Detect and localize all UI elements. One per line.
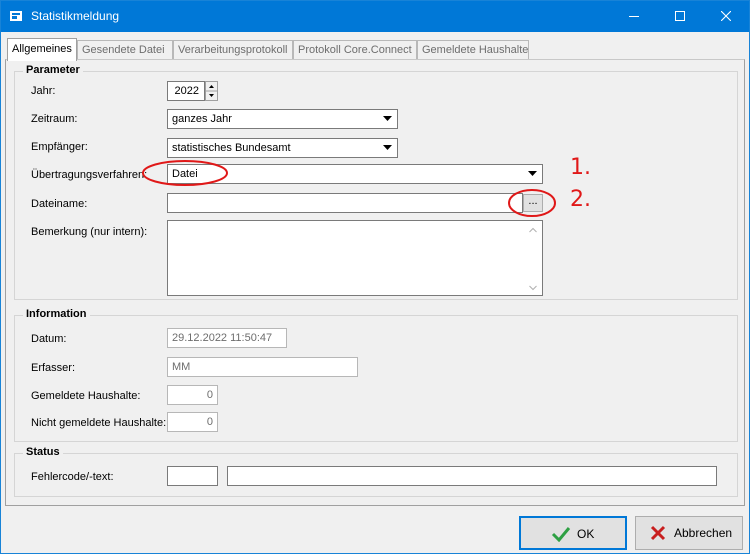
tab-gesendete-datei[interactable]: Gesendete Datei [77,40,173,59]
fehlertext-input[interactable] [227,466,717,486]
scroll-arrows-icon [529,227,537,291]
tab-protokoll-core-connect[interactable]: Protokoll Core.Connect [293,40,417,59]
maximize-button[interactable] [657,1,703,32]
ok-button-label: OK [577,527,595,541]
close-icon [721,11,731,21]
jahr-input[interactable]: 2022 [167,81,205,101]
dateiname-input[interactable] [167,193,523,213]
gemeldete-haushalte-label: Gemeldete Haushalte: [31,390,141,402]
empfaenger-select[interactable]: statistisches Bundesamt [167,138,398,158]
x-icon [650,525,666,541]
zeitraum-value: ganzes Jahr [172,113,232,125]
bemerkung-label: Bemerkung (nur intern): [31,226,148,238]
window-title: Statistikmeldung [31,9,120,23]
zeitraum-select[interactable]: ganzes Jahr [167,109,398,129]
close-button[interactable] [703,1,749,32]
fehlercode-label: Fehlercode/-text: [31,471,114,483]
annotation-label-1: 1. [570,155,591,180]
check-icon [551,527,571,542]
statistikmeldung-window: Statistikmeldung Allgemeines Gesendete D… [0,0,750,554]
tab-verarbeitungsprotokoll[interactable]: Verarbeitungsprotokoll [173,40,293,59]
datum-field: 29.12.2022 11:50:47 [167,328,287,348]
erfasser-field: MM [167,357,358,377]
cancel-button[interactable]: Abbrechen [635,516,743,550]
minimize-button[interactable] [611,1,657,32]
title-bar[interactable]: Statistikmeldung [1,1,749,32]
nicht-gemeldete-haushalte-field: 0 [167,412,218,432]
maximize-icon [675,11,685,21]
zeitraum-dropdown-button[interactable] [380,111,396,127]
status-group-title: Status [23,446,63,458]
verfahren-label: Übertragungsverfahren: [31,169,148,181]
dateiname-label: Dateiname: [31,198,88,210]
empfaenger-label: Empfänger: [31,141,88,153]
nicht-gemeldete-haushalte-label: Nicht gemeldete Haushalte: [31,417,167,429]
ok-button[interactable]: OK [519,516,627,550]
minimize-icon [629,16,639,17]
verfahren-select[interactable]: Datei [167,164,543,184]
bemerkung-textarea[interactable] [167,220,543,296]
chevron-down-icon [528,171,537,176]
datum-label: Datum: [31,333,67,345]
browse-file-button[interactable]: ... [523,194,543,212]
bemerkung-scrollbar[interactable] [525,222,541,294]
jahr-label: Jahr: [31,85,56,97]
annotation-label-2: 2. [570,187,591,212]
chevron-down-icon [383,145,392,150]
spinner-arrows-icon [206,85,217,97]
gemeldete-haushalte-field: 0 [167,385,218,405]
verfahren-value: Datei [172,168,198,180]
erfasser-label: Erfasser: [31,362,76,374]
fehlercode-input[interactable] [167,466,218,486]
chevron-down-icon [383,116,392,121]
verfahren-dropdown-button[interactable] [525,166,541,182]
information-group-title: Information [23,308,90,320]
app-icon [10,10,22,22]
cancel-button-label: Abbrechen [674,526,733,540]
zeitraum-label: Zeitraum: [31,113,78,125]
tab-gemeldete-haushalte[interactable]: Gemeldete Haushalte [417,40,529,59]
jahr-spinner[interactable] [205,81,218,101]
parameter-group-title: Parameter [23,64,83,76]
tab-allgemeines[interactable]: Allgemeines [7,38,77,61]
empfaenger-value: statistisches Bundesamt [172,142,291,154]
empfaenger-dropdown-button[interactable] [380,140,396,156]
